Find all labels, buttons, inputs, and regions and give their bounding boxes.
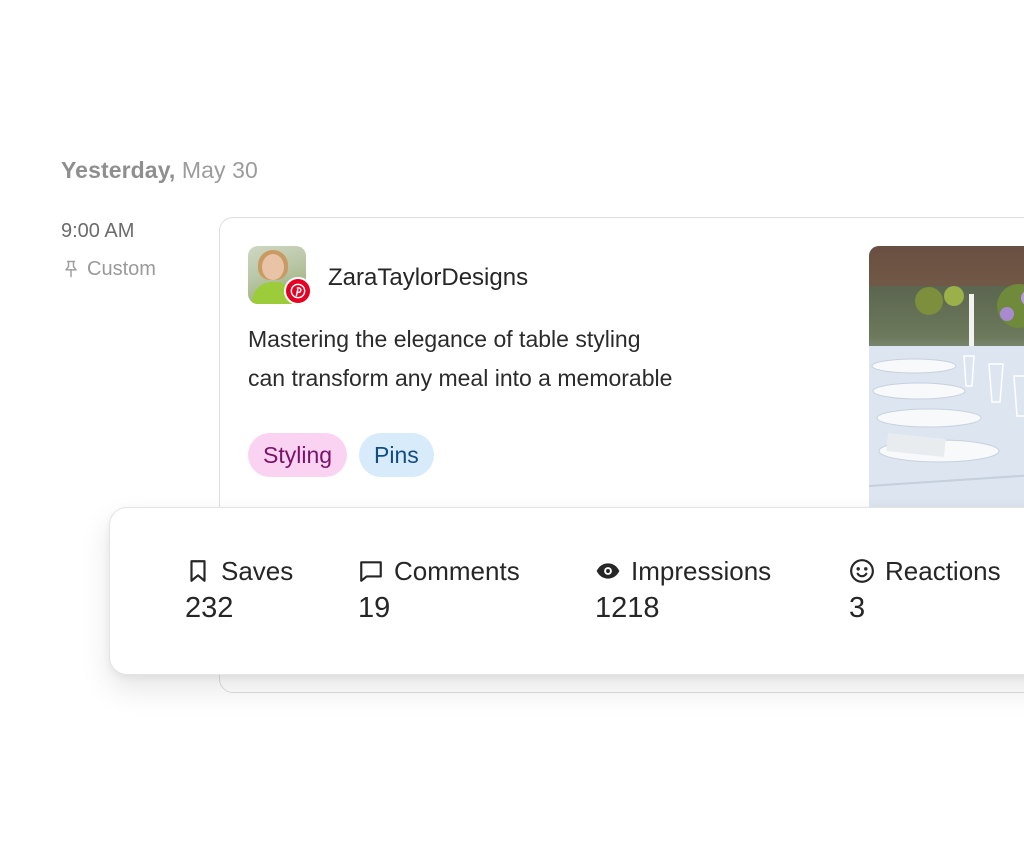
tag-styling[interactable]: Styling <box>248 433 348 477</box>
post-tags: Styling Pins <box>248 433 434 477</box>
schedule-info: 9:00 AM Custom <box>61 219 201 281</box>
tag-pins[interactable]: Pins <box>359 433 434 477</box>
date-heading-day: Yesterday, <box>61 157 176 183</box>
date-heading: Yesterday, May 30 <box>61 157 258 184</box>
pin-icon <box>65 260 77 278</box>
pinterest-icon <box>284 277 312 305</box>
post-analytics-view: Yesterday, May 30 9:00 AM Custom ZaraTay… <box>0 0 1024 866</box>
stat-label: Reactions <box>885 555 1001 586</box>
author-avatar-wrap <box>248 246 312 305</box>
smiley-icon <box>850 559 874 583</box>
stat-value: 1218 <box>595 592 660 624</box>
schedule-type: Custom <box>61 257 201 281</box>
eye-icon <box>596 563 620 579</box>
stat-label: Saves <box>221 555 294 586</box>
author-username[interactable]: ZaraTaylorDesigns <box>328 264 528 292</box>
stat-impressions[interactable]: Impressions 1218 <box>595 554 771 625</box>
schedule-type-label: Custom <box>87 258 156 280</box>
post-time: 9:00 AM <box>61 220 135 242</box>
post-caption-line: Mastering the elegance of table styling <box>248 326 641 352</box>
date-heading-date: May 30 <box>181 157 258 183</box>
comment-icon <box>360 561 382 582</box>
stat-label: Comments <box>394 555 520 586</box>
stat-label: Impressions <box>631 555 772 586</box>
post-caption-line: can transform any meal into a memorable <box>248 365 673 391</box>
bookmark-icon <box>190 560 206 582</box>
stat-value: 232 <box>185 592 234 624</box>
stats-card: Saves 232 Comments 19 Impressions 1218 R… <box>109 507 1024 675</box>
table-setting-photo <box>869 246 1024 508</box>
stat-comments[interactable]: Comments 19 <box>358 554 520 625</box>
stat-reactions[interactable]: Reactions 3 <box>849 554 1001 625</box>
stat-value: 19 <box>358 592 391 624</box>
post-image[interactable] <box>869 246 1024 508</box>
stat-saves[interactable]: Saves 232 <box>185 554 293 625</box>
post-caption: Mastering the elegance of table styling … <box>248 320 808 398</box>
stat-value: 3 <box>849 592 866 624</box>
